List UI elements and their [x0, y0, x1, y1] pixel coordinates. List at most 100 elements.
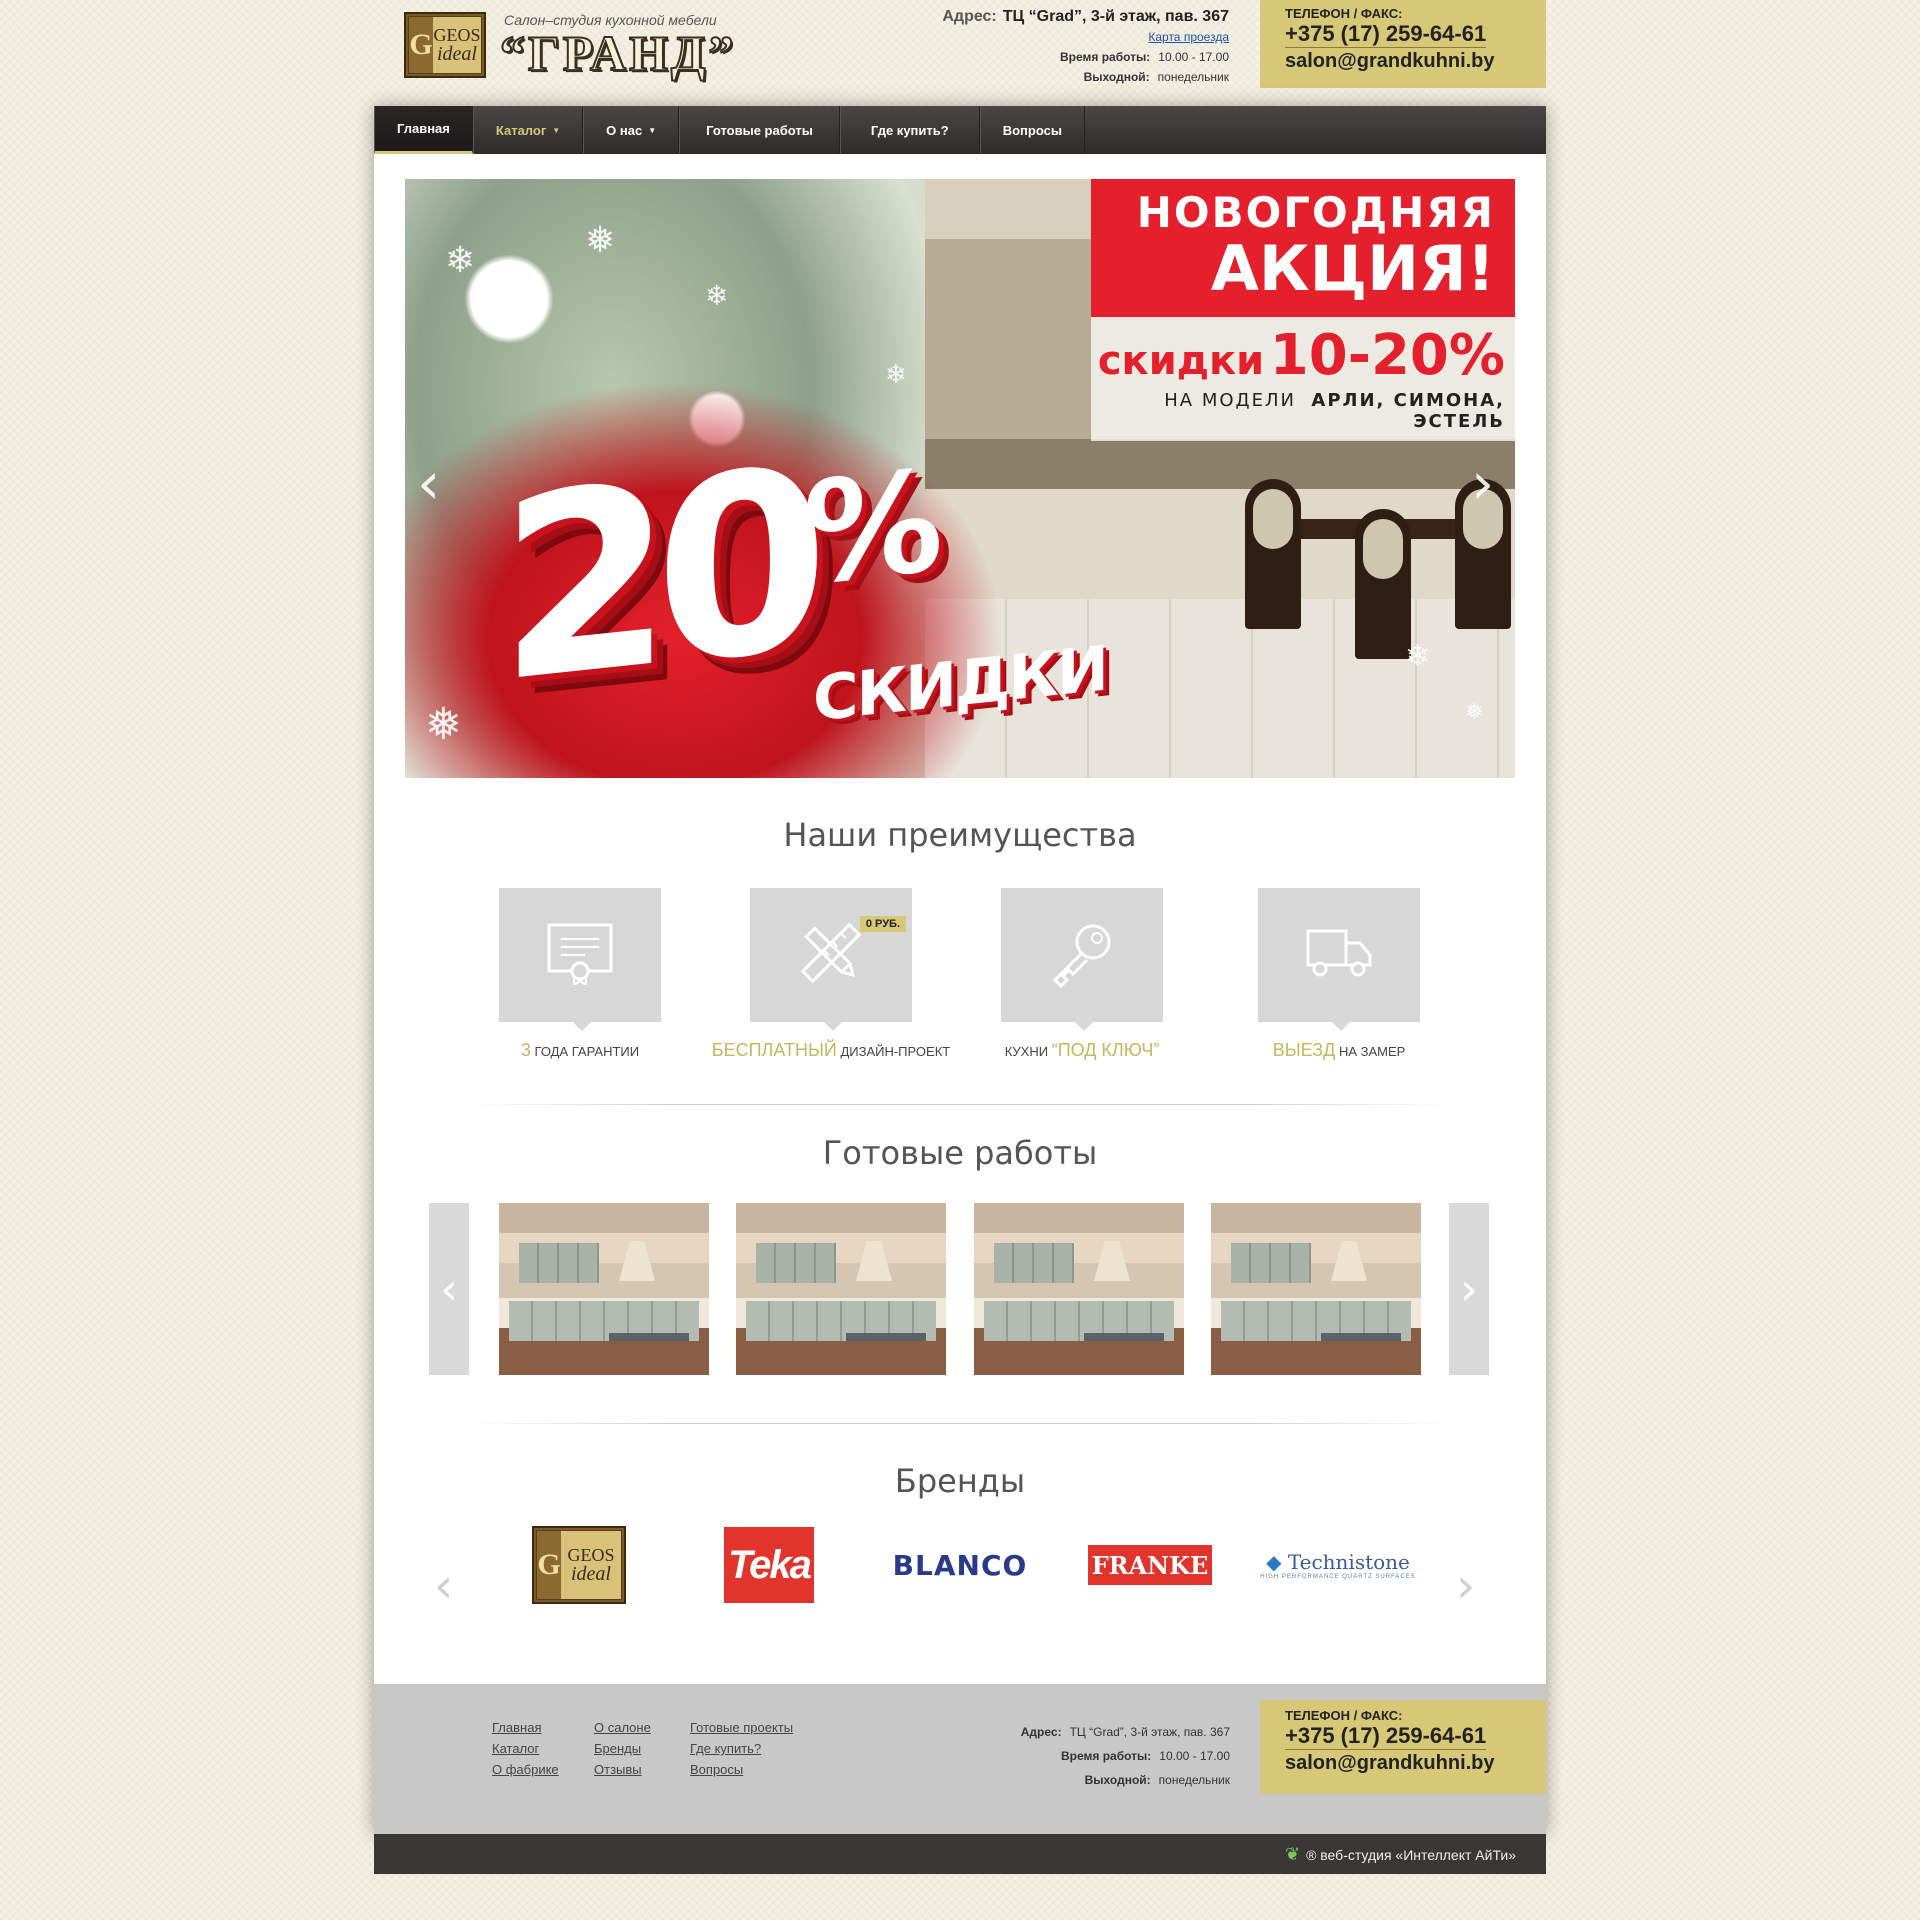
- footer-link[interactable]: О салоне: [594, 1720, 651, 1735]
- address-value: ТЦ “Grad”, 3-й этаж, пав. 367: [1069, 1725, 1230, 1739]
- day-off: Выходной: понедельник: [942, 70, 1229, 84]
- dayoff-label: Выходной:: [1083, 70, 1150, 84]
- banner-prev-arrow[interactable]: ‹: [417, 449, 440, 517]
- logo-line-1: GEOS: [433, 25, 481, 45]
- advantage-tile: [499, 888, 661, 1031]
- franke-logo: FRANKE: [1088, 1545, 1212, 1585]
- logo-line-2: ideal: [437, 43, 477, 65]
- caption-highlight: 3: [520, 1040, 531, 1060]
- nav-label: Вопросы: [1002, 122, 1062, 138]
- footer-contact-box: ТЕЛЕФОН / ФАКС: +375 (17) 259-64-61 salo…: [1260, 1700, 1546, 1794]
- brand-logo-technistone[interactable]: Technistone HIGH PERFORMANCE QUARTZ SURF…: [1260, 1526, 1416, 1604]
- snowflake-icon: ❅: [585, 219, 616, 260]
- advantage-design: 0 РУБ.: [750, 888, 912, 1031]
- hours-label: Время работы:: [1059, 50, 1151, 64]
- banner-promo-details: скидки 10-20% НА МОДЕЛИ АРЛИ, СИМОНА, ЭС…: [1091, 317, 1515, 441]
- geos-logo-frame: G GEOS ideal: [532, 1526, 626, 1604]
- nav-label: О нас: [606, 122, 643, 138]
- footer-hours: Время работы: 10.00 - 17.00: [1021, 1744, 1230, 1768]
- works-next-arrow[interactable]: ›: [1449, 1203, 1489, 1375]
- banner-chair: [1245, 479, 1301, 629]
- brands-next-arrow[interactable]: ›: [1456, 1558, 1475, 1614]
- contact-phone[interactable]: +375 (17) 259-64-61: [1285, 1723, 1487, 1750]
- header-address-line: Адрес: ТЦ “Grad”, 3-й этаж, пав. 367: [942, 8, 1229, 26]
- nav-item-where-buy[interactable]: Где купить?: [839, 106, 980, 154]
- promo-line-1: НОВОГОДНЯЯ: [1136, 188, 1495, 237]
- logo-words: GEOS ideal: [561, 1546, 621, 1584]
- models-list: АРЛИ, СИМОНА, ЭСТЕЛЬ: [1311, 390, 1505, 432]
- dayoff-label: Выходной:: [1084, 1773, 1151, 1787]
- address-value: ТЦ “Grad”, 3-й этаж, пав. 367: [1002, 8, 1229, 25]
- brands-prev-arrow[interactable]: ‹: [434, 1558, 453, 1614]
- footer-link[interactable]: Где купить?: [690, 1741, 793, 1756]
- footer-link[interactable]: Отзывы: [594, 1762, 651, 1777]
- developer-credit[interactable]: ❦ ® веб-студия «Интеллект АйТи»: [1285, 1844, 1516, 1865]
- caption-text: на замер: [1338, 1044, 1406, 1059]
- nav-item-about[interactable]: О нас ▼: [583, 106, 680, 154]
- work-thumbnail[interactable]: [974, 1203, 1184, 1375]
- works-title: Готовые работы: [822, 1134, 1098, 1172]
- site-brand-name[interactable]: “ГРАНД”: [499, 24, 736, 82]
- promo-banner-slider[interactable]: 20 % СКИДКИ ❄ ❅ ❄ ❅ ❄ ❄ ❅ НОВОГОДНЯЯ АКЦ…: [405, 179, 1515, 778]
- caption-highlight: бесплатный: [711, 1040, 837, 1060]
- site-footer: Главная Каталог О фабрике О салоне Бренд…: [374, 1684, 1546, 1834]
- footer-dayoff: Выходной: понедельник: [1021, 1768, 1230, 1792]
- hours-value: 10.00 - 17.00: [1159, 1749, 1230, 1763]
- contact-email[interactable]: salon@grandkuhni.by: [1285, 1752, 1521, 1775]
- geos-ideal-logo[interactable]: G GEOS ideal: [404, 12, 486, 78]
- technistone-logo: Technistone HIGH PERFORMANCE QUARTZ SURF…: [1260, 1550, 1416, 1580]
- work-thumbnail[interactable]: [1211, 1203, 1421, 1375]
- map-link[interactable]: Карта проезда: [942, 30, 1229, 44]
- nav-label: Готовые работы: [706, 122, 813, 138]
- nav-item-questions[interactable]: Вопросы: [979, 106, 1085, 154]
- banner-next-arrow[interactable]: ›: [1471, 449, 1494, 517]
- advantages-title: Наши преимущества: [783, 816, 1137, 854]
- logo-inner: G GEOS ideal: [536, 1530, 622, 1600]
- banner-promo-header: НОВОГОДНЯЯ АКЦИЯ!: [1091, 179, 1515, 317]
- nav-label: Где купить?: [870, 122, 949, 138]
- brand-logo-blanco[interactable]: BLANCO: [890, 1526, 1030, 1604]
- work-thumbnail[interactable]: [499, 1203, 709, 1375]
- working-hours: Время работы: 10.00 - 17.00: [942, 50, 1229, 64]
- snowflake-icon: ❅: [1465, 699, 1484, 724]
- contact-phone[interactable]: +375 (17) 259-64-61: [1285, 21, 1487, 48]
- footer-address-block: Адрес: ТЦ “Grad”, 3-й этаж, пав. 367 Врем…: [1021, 1720, 1230, 1792]
- nav-item-works[interactable]: Готовые работы: [679, 106, 840, 154]
- brands-title: Бренды: [894, 1462, 1026, 1500]
- advantage-measure: [1258, 888, 1420, 1031]
- blanco-logo: BLANCO: [892, 1548, 1028, 1582]
- works-prev-arrow[interactable]: ‹: [429, 1203, 469, 1375]
- caption-text: дизайн-проект: [840, 1044, 951, 1059]
- advantage-warranty: [499, 888, 661, 1031]
- free-badge: 0 РУБ.: [859, 916, 906, 932]
- footer-link[interactable]: Каталог: [492, 1741, 559, 1756]
- footer-link[interactable]: Вопросы: [690, 1762, 793, 1777]
- footer-link[interactable]: Главная: [492, 1720, 559, 1735]
- logo-line-1: GEOS: [567, 1545, 615, 1565]
- certificate-icon: [545, 921, 615, 990]
- banner-big-percent: %: [803, 439, 944, 618]
- brand-logo-teka[interactable]: Teka: [724, 1526, 814, 1604]
- brand-logo-geos[interactable]: G GEOS ideal: [532, 1526, 626, 1604]
- brand-logo-franke[interactable]: FRANKE: [1088, 1526, 1212, 1604]
- footer-link[interactable]: О фабрике: [492, 1762, 559, 1777]
- footer-link[interactable]: Бренды: [594, 1741, 651, 1756]
- advantage-tile: [1001, 888, 1163, 1031]
- snowflake-icon: ❄: [445, 239, 476, 280]
- work-thumbnail[interactable]: [736, 1203, 946, 1375]
- footer-link[interactable]: Готовые проекты: [690, 1720, 793, 1735]
- discount-range: 10-20%: [1269, 323, 1505, 388]
- nav-item-home[interactable]: Главная: [374, 106, 473, 154]
- teka-logo: Teka: [724, 1527, 814, 1603]
- advantage-caption: кухни “под ключ”: [942, 1040, 1222, 1061]
- footer-links-col-1: Главная Каталог О фабрике: [492, 1720, 559, 1777]
- address-label: Адрес:: [942, 8, 997, 25]
- advantage-tile: 0 РУБ.: [750, 888, 912, 1031]
- pencil-ruler-icon: [796, 918, 866, 993]
- nav-item-catalog[interactable]: Каталог ▼: [472, 106, 584, 154]
- contact-email[interactable]: salon@grandkuhni.by: [1285, 50, 1521, 73]
- truck-icon: [1304, 925, 1374, 986]
- contact-label: ТЕЛЕФОН / ФАКС:: [1285, 6, 1403, 21]
- logo-words: GEOS ideal: [433, 26, 481, 64]
- hours-label: Время работы:: [1060, 1749, 1152, 1763]
